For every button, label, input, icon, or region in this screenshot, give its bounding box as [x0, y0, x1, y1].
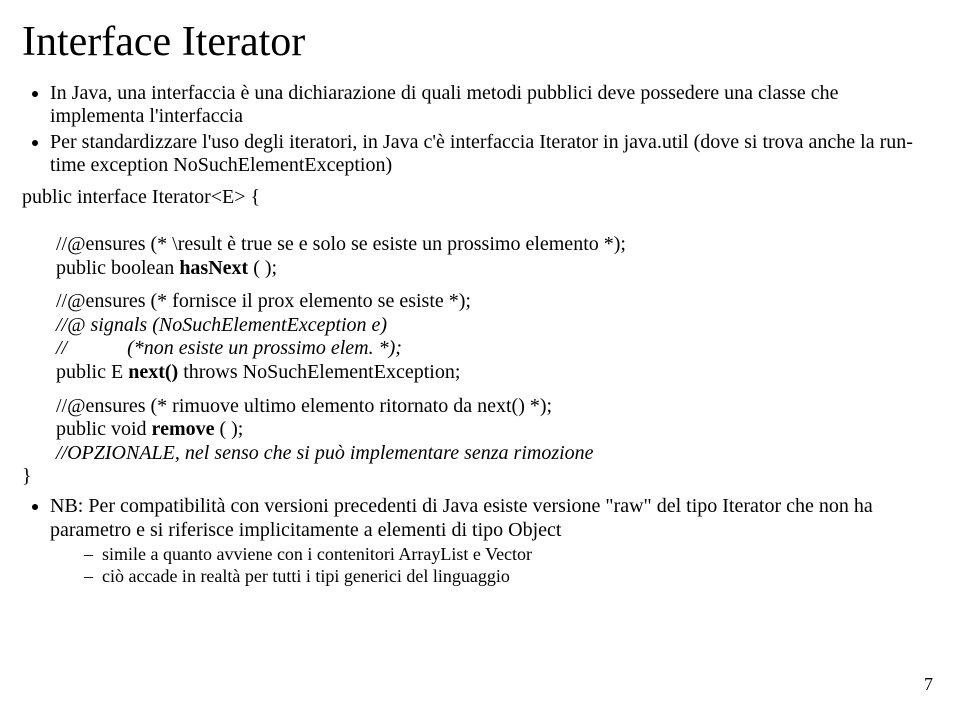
- list-item: ciò accade in realtà per tutti i tipi ge…: [102, 566, 937, 587]
- code-text: public boolean: [56, 257, 179, 279]
- code-keyword: next(): [128, 361, 178, 383]
- code-line: //OPZIONALE, nel senso che si può implem…: [56, 442, 937, 466]
- code-block: public interface Iterator<E> { //@ensure…: [22, 186, 937, 489]
- code-keyword: hasNext: [179, 257, 248, 279]
- sub-bullet-list: simile a quanto avviene con i contenitor…: [50, 544, 937, 587]
- code-text: public void: [56, 418, 152, 440]
- code-line: }: [22, 465, 937, 489]
- code-method-next: //@ensures (* fornisce il prox elemento …: [22, 290, 937, 384]
- code-line: public boolean hasNext ( );: [56, 257, 937, 281]
- list-item-text: NB: Per compatibilità con versioni prece…: [50, 495, 873, 541]
- code-text: public E: [56, 361, 128, 383]
- list-item: In Java, una interfaccia è una dichiaraz…: [50, 82, 937, 129]
- bottom-bullet-list: NB: Per compatibilità con versioni prece…: [22, 495, 937, 588]
- code-line: public interface Iterator<E> {: [22, 186, 937, 210]
- code-text: //: [56, 337, 67, 359]
- code-line: // (*non esiste un prossimo elem. *);: [56, 337, 937, 361]
- list-item: Per standardizzare l'uso degli iteratori…: [50, 131, 937, 178]
- code-method-hasnext: //@ensures (* \result è true se e solo s…: [22, 233, 937, 280]
- code-text: ( );: [248, 257, 277, 279]
- code-text: ( );: [214, 418, 243, 440]
- list-item: NB: Per compatibilità con versioni prece…: [50, 495, 937, 588]
- page-title: Interface Iterator: [22, 18, 937, 68]
- code-text: (*non esiste un prossimo elem. *);: [127, 337, 402, 359]
- code-method-remove: //@ensures (* rimuove ultimo elemento ri…: [22, 395, 937, 466]
- code-line: //@ signals (NoSuchElementException e): [56, 314, 937, 338]
- code-line: public E next() throws NoSuchElementExce…: [56, 361, 937, 385]
- top-bullet-list: In Java, una interfaccia è una dichiaraz…: [22, 82, 937, 178]
- code-keyword: remove: [152, 418, 215, 440]
- code-line: //@ensures (* \result è true se e solo s…: [56, 233, 937, 257]
- code-line: //@ensures (* rimuove ultimo elemento ri…: [56, 395, 937, 419]
- code-text: throws NoSuchElementException;: [178, 361, 460, 383]
- code-line: //@ensures (* fornisce il prox elemento …: [56, 290, 937, 314]
- list-item: simile a quanto avviene con i contenitor…: [102, 544, 937, 565]
- page-number: 7: [924, 674, 933, 695]
- code-line: public void remove ( );: [56, 418, 937, 442]
